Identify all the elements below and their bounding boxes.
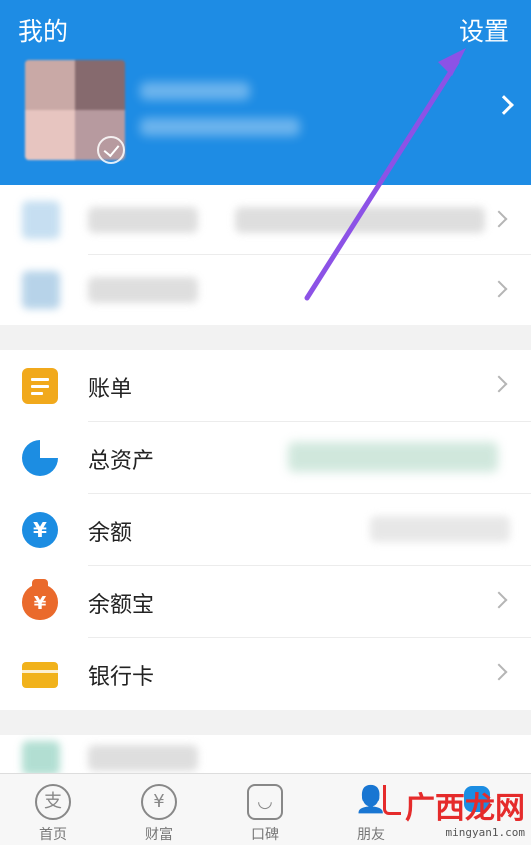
shop-icon (22, 271, 60, 309)
menu-item-balance[interactable]: ¥ 余额 (0, 494, 531, 566)
money-bag-icon: ¥ (22, 579, 58, 620)
bank-card-icon (22, 662, 58, 688)
list-item-label-blurred (88, 207, 198, 233)
menu-item-bank-card[interactable]: 银行卡 (0, 638, 531, 710)
koubei-icon: ◡ (247, 784, 283, 820)
main-menu: 账单 总资产 ¥ 余额 ¥ 余额宝 银行卡 (0, 350, 531, 710)
settings-button[interactable]: 设置 (459, 12, 509, 48)
chevron-right-icon (490, 375, 508, 393)
balance-amount-blurred (370, 516, 510, 542)
list-item[interactable] (0, 185, 531, 255)
merchant-service-label-blurred (88, 277, 198, 303)
section-icon (22, 741, 60, 775)
chevron-right-icon (490, 591, 508, 609)
profile-header: 我的 设置 (0, 0, 531, 185)
watermark-text: 广西龙网 (405, 791, 525, 826)
tab-home[interactable]: 支 首页 (0, 774, 106, 845)
page-title: 我的 (18, 17, 69, 46)
section-label-blurred (88, 745, 198, 771)
verified-icon (97, 136, 125, 164)
tab-koubei[interactable]: ◡ 口碑 (212, 774, 318, 845)
menu-item-label: 账单 (88, 377, 133, 402)
menu-item-label: 余额宝 (88, 593, 155, 618)
tab-wealth[interactable]: ¥ 财富 (106, 774, 212, 845)
menu-item-label: 总资产 (88, 449, 155, 474)
menu-item-yuebao[interactable]: ¥ 余额宝 (0, 566, 531, 638)
yuan-icon: ¥ (141, 784, 177, 820)
list-item-detail-blurred (235, 207, 485, 233)
pie-chart-icon (22, 440, 58, 476)
account-id-blurred (140, 118, 300, 136)
chevron-right-icon (490, 663, 508, 681)
list-item[interactable] (0, 255, 531, 325)
bill-icon (22, 368, 58, 404)
yuan-icon: ¥ (22, 512, 58, 548)
chevron-right-icon (490, 210, 508, 228)
chevron-right-icon (490, 280, 508, 298)
account-name-blurred (140, 82, 250, 100)
menu-item-label: 银行卡 (88, 665, 155, 690)
tab-label: 口碑 (251, 827, 279, 843)
tab-label: 首页 (39, 827, 67, 843)
next-section (0, 735, 531, 775)
watermark-logo (383, 785, 401, 815)
watermark: 广西龙网 mingyan1.com (405, 791, 525, 840)
menu-item-bill[interactable]: 账单 (0, 350, 531, 422)
menu-item-total-assets[interactable]: 总资产 (0, 422, 531, 494)
crown-icon (22, 201, 60, 239)
menu-item-label: 余额 (88, 521, 133, 546)
alipay-icon: 支 (35, 784, 71, 820)
assets-detail-blurred (288, 442, 498, 472)
profile-submenu (0, 185, 531, 325)
chevron-right-icon[interactable] (494, 95, 514, 115)
tab-label: 财富 (145, 827, 173, 843)
watermark-url: mingyan1.com (445, 826, 525, 839)
